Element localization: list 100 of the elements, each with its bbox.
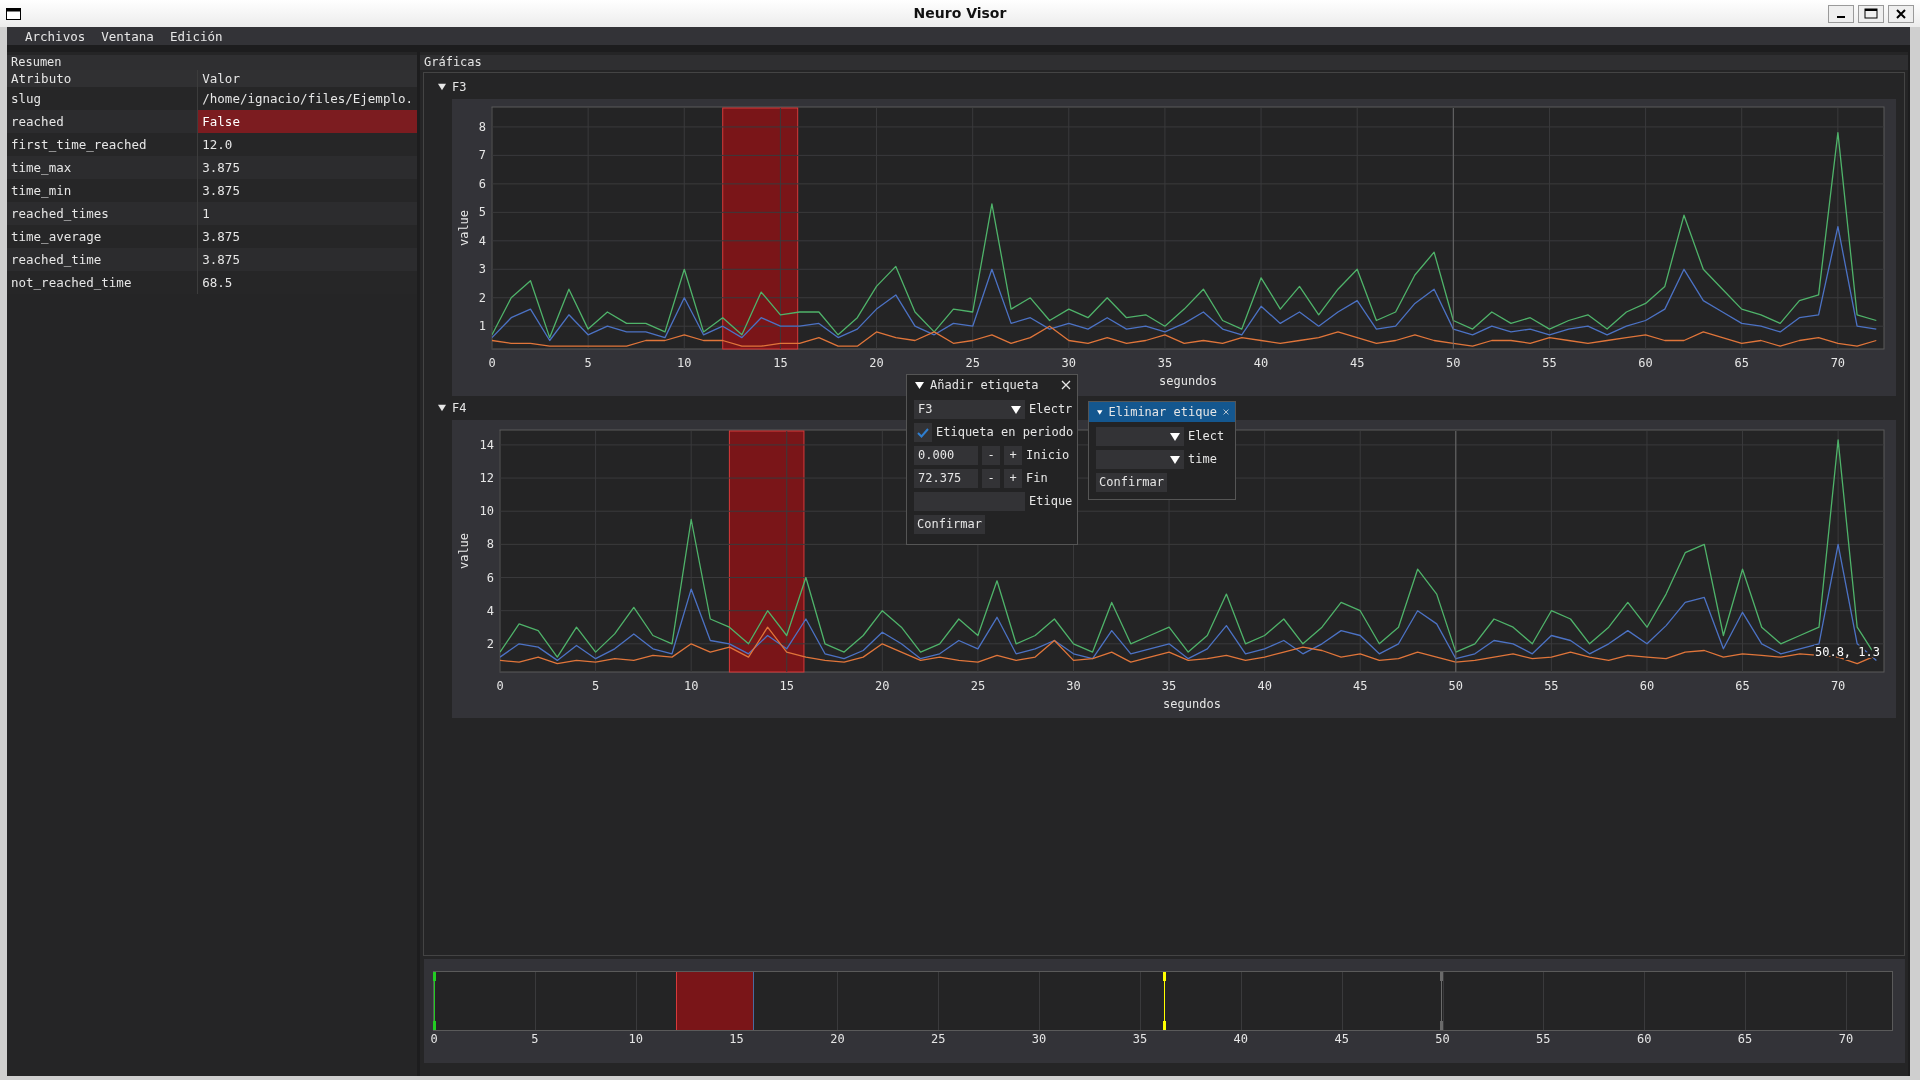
scale-label: 20 (830, 1032, 845, 1047)
dialog-title: Eliminar etique (1108, 404, 1217, 420)
axis-tick-label: 30 (1066, 679, 1081, 693)
axis-tick-label: 14 (479, 437, 494, 452)
minimize-button[interactable] (1828, 4, 1854, 23)
field-label: Inicio (1026, 448, 1070, 463)
close-icon[interactable] (1061, 380, 1071, 390)
axis-tick-label: 15 (773, 356, 788, 370)
axis-tick-label: 40 (1253, 356, 1269, 370)
column-header: Valor (197, 70, 417, 87)
number-field[interactable]: 0.000 (914, 446, 978, 465)
axis-tick-label: 55 (1544, 679, 1559, 693)
axis-tick-label: 10 (479, 504, 494, 519)
field-label: Fin (1026, 471, 1048, 486)
checkbox[interactable] (914, 423, 932, 442)
axis-tick-label: 5 (584, 356, 592, 370)
scale-label: 30 (1031, 1032, 1047, 1047)
axis-tick-label: 10 (677, 356, 692, 370)
axis-tick-label: 65 (1734, 356, 1749, 370)
marker-handle[interactable] (1163, 972, 1166, 1030)
marker-handle[interactable] (1439, 972, 1443, 1030)
axis-tick-label: 25 (970, 679, 986, 693)
dropdown-arrow-icon (1011, 404, 1021, 415)
menu-item[interactable]: Edición (161, 28, 231, 44)
menu-item[interactable]: Ventana (93, 28, 162, 44)
increment-button[interactable]: + (1004, 446, 1022, 465)
scale-label: 35 (1132, 1032, 1148, 1047)
axis-tick-label: 50 (1448, 679, 1464, 693)
axis-tick-label: 6 (478, 176, 486, 191)
decrement-button[interactable]: - (982, 469, 1000, 488)
scale-label: 70 (1838, 1032, 1854, 1047)
close-button[interactable] (1888, 4, 1914, 23)
axis-tick-label: 60 (1639, 679, 1655, 693)
field-label: Etiqueta en periodo (936, 425, 1074, 440)
axis-tick-label: 2 (478, 290, 486, 305)
marker-handle[interactable] (433, 972, 436, 1030)
table-cell: reached_times (7, 202, 198, 225)
dropdown[interactable] (1096, 427, 1184, 446)
axis-tick-label: 3 (478, 262, 486, 277)
table-cell-text: 68.5 (201, 274, 234, 292)
timeline-track[interactable] (433, 971, 1893, 1031)
table-cell: time_max (7, 156, 198, 179)
panel-title: Resumen (11, 55, 62, 70)
axis-tick-label: 6 (486, 570, 494, 585)
decrement-button[interactable]: - (982, 446, 1000, 465)
axis-tick-label: 4 (486, 603, 494, 618)
collapse-arrow-icon (1097, 407, 1103, 417)
axis-tick-label: 20 (875, 679, 890, 693)
axis-tick-label: 8 (486, 537, 494, 552)
table-cell: slug (7, 87, 198, 110)
axis-tick-label: 20 (869, 356, 884, 370)
selected-range[interactable] (675, 972, 755, 1030)
table-cell-text: /home/ignacio/files/Ejemplo. (201, 90, 414, 108)
table-cell: not_reached_time (7, 271, 198, 294)
axis-title: value (457, 209, 471, 247)
axis-tick-label: 4 (478, 233, 486, 248)
axis-tick-label: 60 (1638, 356, 1653, 370)
confirm-button[interactable]: Confirmar (914, 515, 986, 534)
axis-tick-label: 1 (478, 319, 486, 334)
menu-item[interactable]: Archivos (17, 28, 94, 44)
axis-title: value (457, 532, 471, 570)
scale-label: 40 (1233, 1032, 1248, 1047)
scale-label: 50 (1435, 1032, 1450, 1047)
field-label: Electr (1029, 402, 1073, 417)
table-cell: False (198, 110, 417, 133)
axis-tick-label: 35 (1157, 356, 1173, 370)
axis-tick-label: 45 (1353, 679, 1368, 693)
tree-node-label[interactable]: F3 (452, 79, 467, 95)
maximize-button[interactable] (1858, 4, 1884, 23)
table-cell: first_time_reached (7, 133, 198, 156)
axis-tick-label: 65 (1735, 679, 1750, 693)
collapse-arrow-icon (915, 380, 924, 390)
field-label: Elect (1188, 429, 1225, 444)
dialog-title: Añadir etiqueta (930, 377, 1040, 393)
scale-label: 60 (1636, 1032, 1652, 1047)
axis-tick-label: 25 (965, 356, 980, 370)
axis-tick-label: 50 (1446, 356, 1461, 370)
scale-label: 10 (628, 1032, 643, 1047)
axis-tick-label: 55 (1542, 356, 1557, 370)
confirm-button[interactable]: Confirmar (1096, 473, 1168, 492)
table-cell: time_min (7, 179, 198, 202)
maximize-icon (1864, 8, 1878, 19)
minimize-icon (1837, 15, 1845, 18)
close-icon (1896, 8, 1906, 19)
axis-tick-label: 0 (496, 679, 504, 693)
field-label: time (1188, 452, 1217, 467)
window-title: Neuro Visor (913, 5, 1007, 22)
number-field[interactable]: 72.375 (914, 469, 978, 488)
dropdown[interactable] (1096, 450, 1184, 469)
table-cell-text: 3.875 (201, 251, 241, 269)
checkmark-icon (917, 427, 929, 438)
table-cell-text: 3.875 (201, 182, 241, 200)
dropdown-arrow-icon (1170, 431, 1180, 442)
dropdown[interactable]: F3 (914, 400, 1025, 419)
tree-node-label[interactable]: F4 (452, 400, 467, 416)
scale-label: 5 (531, 1032, 539, 1047)
axis-title: segundos (1159, 374, 1217, 388)
increment-button[interactable]: + (1004, 469, 1022, 488)
window-icon (6, 7, 21, 20)
table-cell-text: 1 (201, 205, 211, 223)
